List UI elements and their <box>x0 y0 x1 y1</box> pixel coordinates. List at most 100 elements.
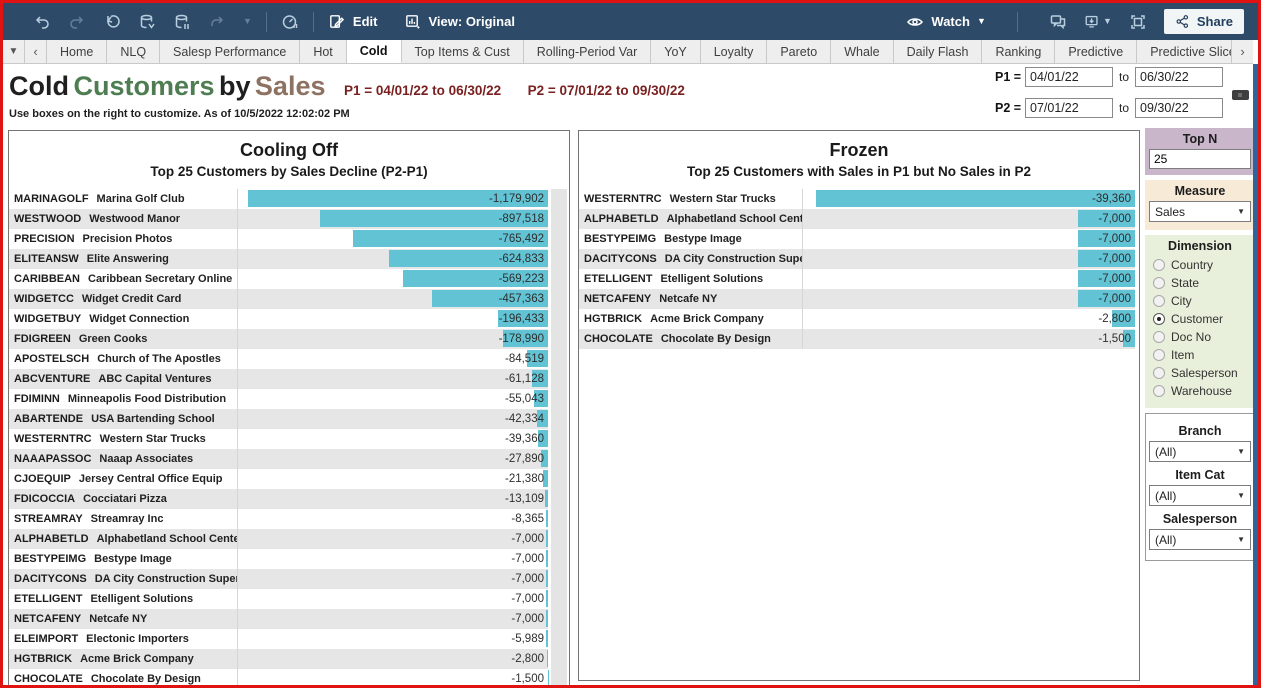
tab-hot[interactable]: Hot <box>300 40 346 63</box>
radio-icon <box>1153 259 1165 271</box>
dimension-radio-doc-no[interactable]: Doc No <box>1145 328 1255 346</box>
dimension-radio-item[interactable]: Item <box>1145 346 1255 364</box>
tab-daily-flash[interactable]: Daily Flash <box>894 40 983 63</box>
value-bar[interactable] <box>546 590 548 607</box>
top-n-input[interactable] <box>1149 149 1251 169</box>
value-bar[interactable] <box>546 570 548 587</box>
branch-select[interactable]: (All) ▼ <box>1149 441 1251 462</box>
table-row[interactable]: WIDGETBUYWidget Connection-196,433 <box>9 309 548 329</box>
table-row[interactable]: CARIBBEANCaribbean Secretary Online-569,… <box>9 269 548 289</box>
p1-end-input[interactable] <box>1135 67 1223 87</box>
table-row[interactable]: CJOEQUIPJersey Central Office Equip-21,3… <box>9 469 548 489</box>
table-row[interactable]: ETELLIGENTEtelligent Solutions-7,000 <box>579 269 1135 289</box>
bar-cell: -569,223 <box>238 269 548 289</box>
table-row[interactable]: NETCAFENYNetcafe NY-7,000 <box>579 289 1135 309</box>
table-row[interactable]: NAAAPASSOCNaaap Associates-27,890 <box>9 449 548 469</box>
tab-home[interactable]: Home <box>47 40 107 63</box>
dimension-radio-warehouse[interactable]: Warehouse <box>1145 382 1255 400</box>
measure-select[interactable]: Sales ▼ <box>1149 201 1251 222</box>
value-bar[interactable] <box>547 650 548 667</box>
table-row[interactable]: NETCAFENYNetcafe NY-7,000 <box>9 609 548 629</box>
table-row[interactable]: ABCVENTUREABC Capital Ventures-61,128 <box>9 369 548 389</box>
tab-ranking[interactable]: Ranking <box>982 40 1055 63</box>
tab-rolling-period-var[interactable]: Rolling-Period Var <box>524 40 652 63</box>
table-row[interactable]: ABARTENDEUSA Bartending School-42,334 <box>9 409 548 429</box>
table-row[interactable]: FDIMINNMinneapolis Food Distribution-55,… <box>9 389 548 409</box>
share-button[interactable]: Share <box>1164 9 1244 34</box>
redo-icon[interactable] <box>68 13 86 31</box>
fullscreen-icon[interactable] <box>1129 13 1147 31</box>
dimension-radio-state[interactable]: State <box>1145 274 1255 292</box>
tab-nlq[interactable]: NLQ <box>107 40 160 63</box>
tab-whale[interactable]: Whale <box>831 40 893 63</box>
tab-predictive-sliced[interactable]: Predictive Sliced <box>1137 40 1231 63</box>
dimension-radio-country[interactable]: Country <box>1145 256 1255 274</box>
table-row[interactable]: ALPHABETLDAlphabetland School Center-7,0… <box>9 529 548 549</box>
table-row[interactable]: WESTWOODWestwood Manor-897,518 <box>9 209 548 229</box>
refresh-data-icon[interactable] <box>138 13 156 31</box>
chart-scrollbar[interactable] <box>551 189 567 688</box>
edit-button[interactable]: Edit <box>328 13 378 31</box>
table-row[interactable]: BESTYPEIMGBestype Image-7,000 <box>9 549 548 569</box>
p2-end-input[interactable] <box>1135 98 1223 118</box>
pause-updates-icon[interactable] <box>173 13 191 31</box>
dimension-radio-salesperson[interactable]: Salesperson <box>1145 364 1255 382</box>
table-row[interactable]: WESTERNTRCWestern Star Trucks-39,360 <box>579 189 1135 209</box>
table-row[interactable]: CHOCOLATEChocolate By Design-1,500 <box>579 329 1135 349</box>
tab-cold[interactable]: Cold <box>347 40 402 63</box>
table-row[interactable]: ALPHABETLDAlphabetland School Center-7,0… <box>579 209 1135 229</box>
tab-loyalty[interactable]: Loyalty <box>701 40 768 63</box>
undo-icon[interactable] <box>33 13 51 31</box>
tab-scroll-right[interactable]: › <box>1231 40 1253 63</box>
table-row[interactable]: DACITYCONSDA City Construction Supervi..… <box>579 249 1135 269</box>
p1-start-input[interactable] <box>1025 67 1113 87</box>
watch-menu[interactable]: Watch ▼ <box>906 13 985 31</box>
tab-yoy[interactable]: YoY <box>651 40 700 63</box>
value-bar[interactable] <box>816 190 1135 207</box>
value-label: -7,000 <box>1098 209 1131 229</box>
tab-pareto[interactable]: Pareto <box>767 40 831 63</box>
table-row[interactable]: ELEIMPORTElectonic Importers-5,989 <box>9 629 548 649</box>
dropdown-caret-icon[interactable]: ▼ <box>243 17 252 26</box>
dimension-radio-customer[interactable]: Customer <box>1145 310 1255 328</box>
p2-start-input[interactable] <box>1025 98 1113 118</box>
table-row[interactable]: ELITEANSWElite Answering-624,833 <box>9 249 548 269</box>
value-bar[interactable] <box>545 490 548 507</box>
download-icon[interactable]: ▼ <box>1084 13 1112 31</box>
salesperson-select[interactable]: (All) ▼ <box>1149 529 1251 550</box>
comments-icon[interactable] <box>1049 13 1067 31</box>
drag-handle[interactable] <box>1232 90 1249 100</box>
view-button[interactable]: View: Original <box>403 13 514 31</box>
table-row[interactable]: PRECISIONPrecision Photos-765,492 <box>9 229 548 249</box>
table-row[interactable]: BESTYPEIMGBestype Image-7,000 <box>579 229 1135 249</box>
forward-icon[interactable] <box>208 13 226 31</box>
table-row[interactable]: FDICOCCIACocciatari Pizza-13,109 <box>9 489 548 509</box>
metrics-icon[interactable] <box>281 13 299 31</box>
tab-menu-caret[interactable]: ▼ <box>3 40 25 63</box>
value-bar[interactable] <box>546 530 548 547</box>
value-bar[interactable] <box>546 630 548 647</box>
item-cat-select[interactable]: (All) ▼ <box>1149 485 1251 506</box>
table-row[interactable]: APOSTELSCHChurch of The Apostles-84,519 <box>9 349 548 369</box>
value-bar[interactable] <box>546 510 548 527</box>
table-row[interactable]: CHOCOLATEChocolate By Design-1,500 <box>9 669 548 688</box>
value-bar[interactable] <box>546 610 548 627</box>
table-row[interactable]: WIDGETCCWidget Credit Card-457,363 <box>9 289 548 309</box>
table-row[interactable]: HGTBRICKAcme Brick Company-2,800 <box>9 649 548 669</box>
tab-scroll-left[interactable]: ‹ <box>25 40 47 63</box>
tab-top-items-cust[interactable]: Top Items & Cust <box>402 40 524 63</box>
tab-predictive[interactable]: Predictive <box>1055 40 1137 63</box>
dimension-radio-city[interactable]: City <box>1145 292 1255 310</box>
customer-label: ABARTENDEUSA Bartending School <box>9 409 238 429</box>
table-row[interactable]: FDIGREENGreen Cooks-178,990 <box>9 329 548 349</box>
table-row[interactable]: ETELLIGENTEtelligent Solutions-7,000 <box>9 589 548 609</box>
table-row[interactable]: DACITYCONSDA City Construction Superviso… <box>9 569 548 589</box>
revert-icon[interactable] <box>103 13 121 31</box>
tab-salesp-performance[interactable]: Salesp Performance <box>160 40 300 63</box>
table-row[interactable]: WESTERNTRCWestern Star Trucks-39,360 <box>9 429 548 449</box>
table-row[interactable]: STREAMRAYStreamray Inc-8,365 <box>9 509 548 529</box>
table-row[interactable]: HGTBRICKAcme Brick Company-2,800 <box>579 309 1135 329</box>
value-bar[interactable] <box>546 550 548 567</box>
table-row[interactable]: MARINAGOLFMarina Golf Club-1,179,902 <box>9 189 548 209</box>
toolbar-separator <box>266 12 267 32</box>
